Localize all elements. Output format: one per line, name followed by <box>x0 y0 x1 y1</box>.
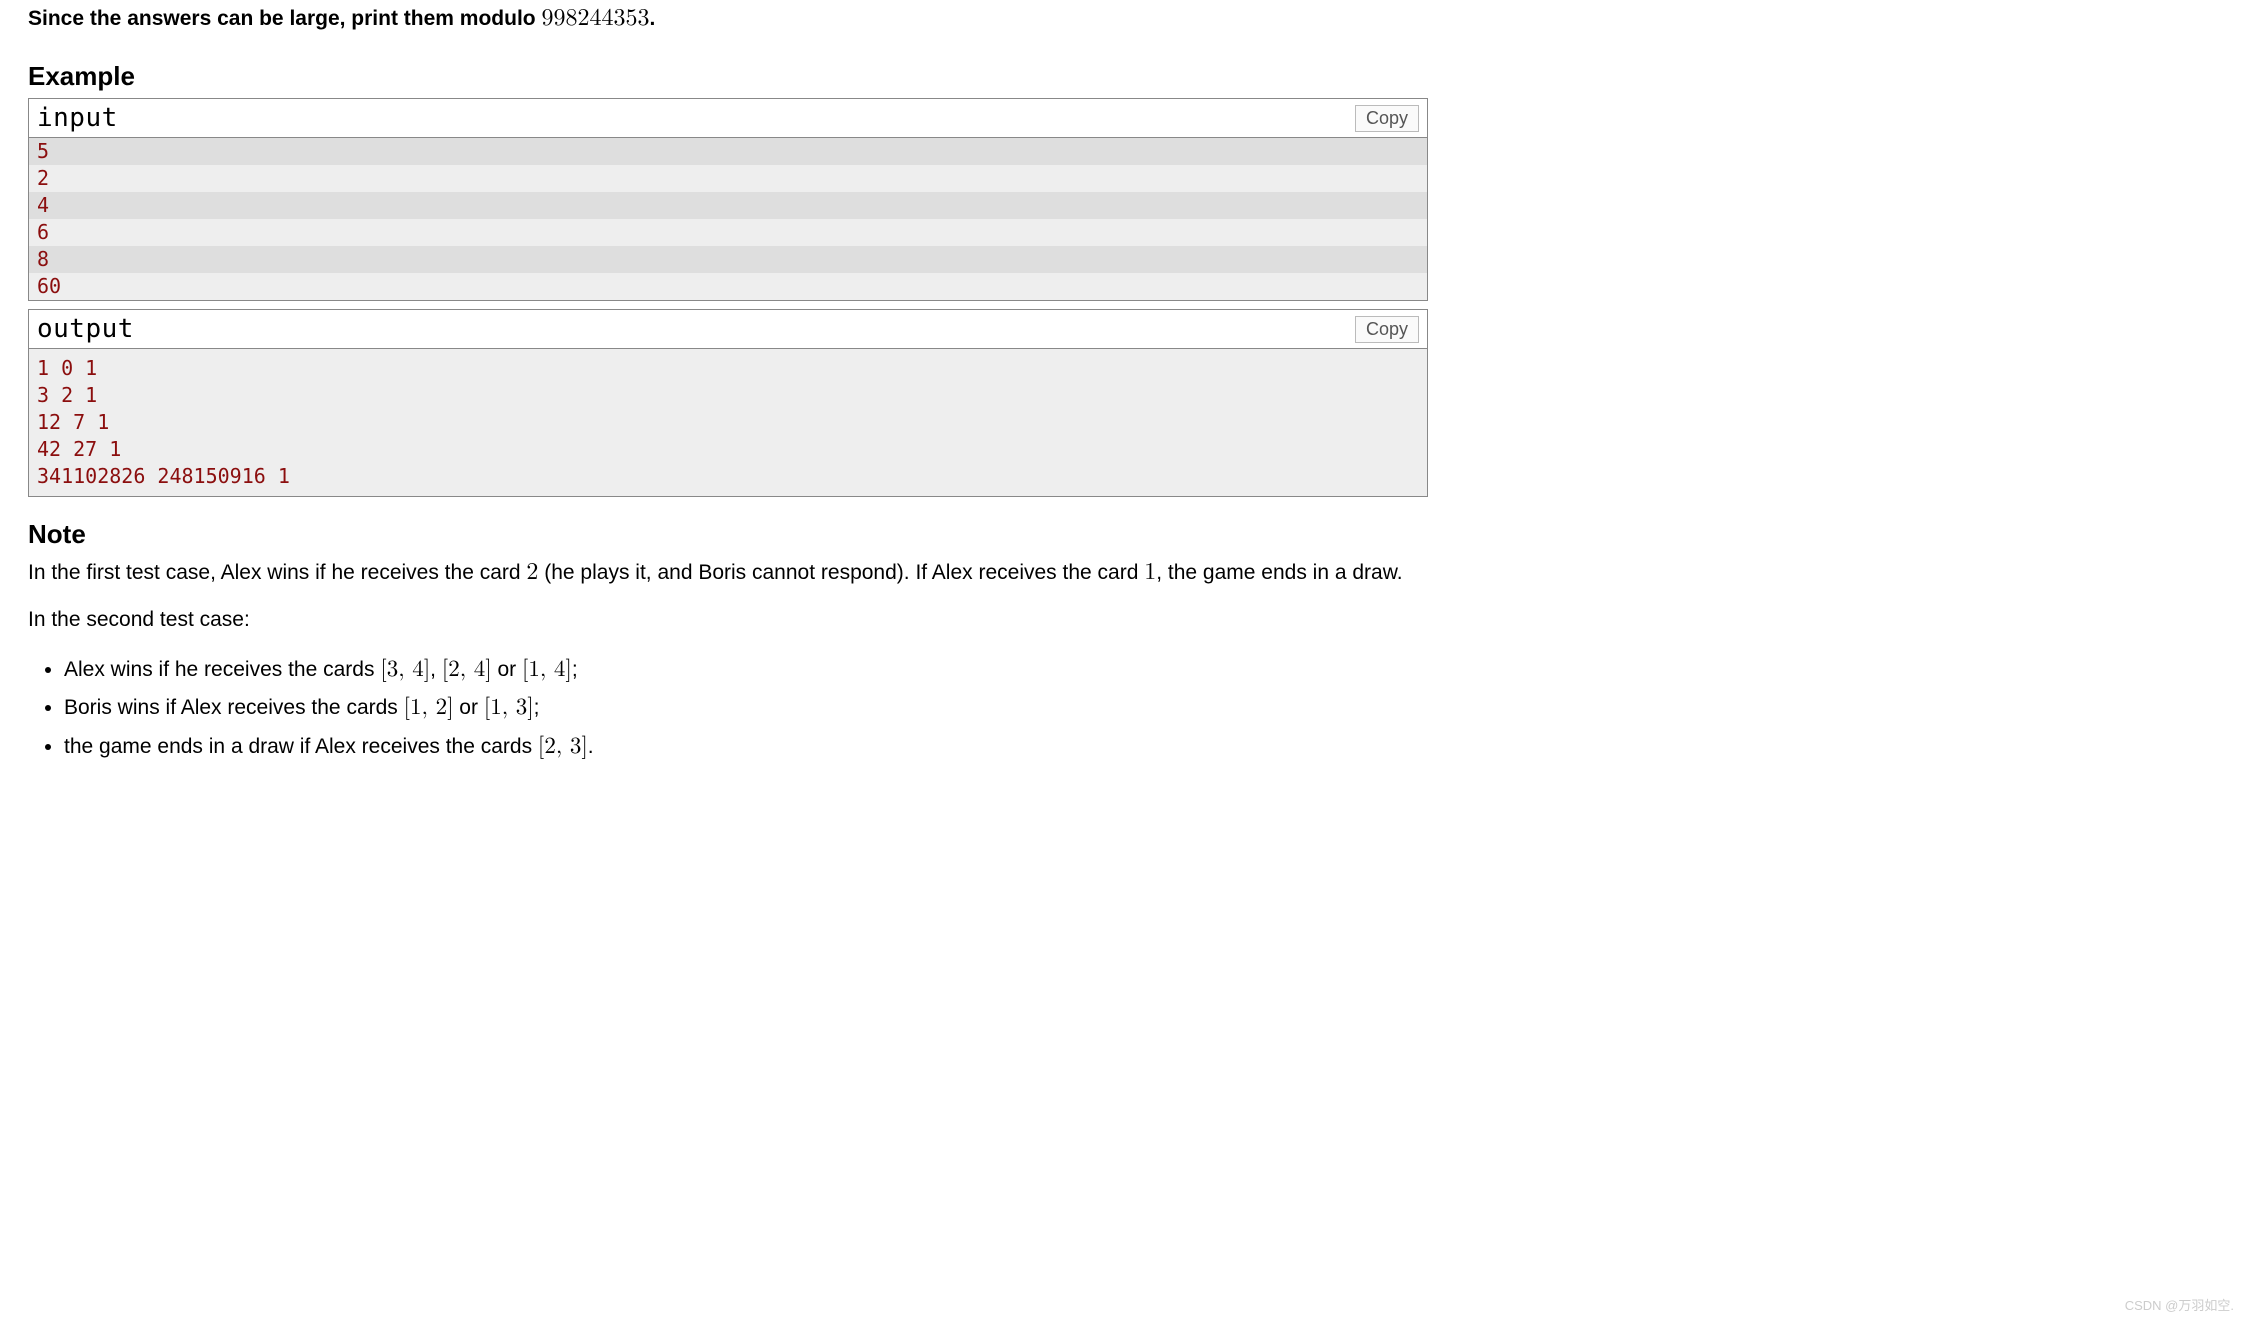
output-title: output <box>37 314 134 344</box>
list-item: Boris wins if Alex receives the cards [1… <box>64 691 1428 726</box>
intro-sentence: Since the answers can be large, print th… <box>28 4 1428 33</box>
note-paragraph-1: In the first test case, Alex wins if he … <box>28 556 1428 588</box>
output-header: output Copy <box>29 310 1427 349</box>
input-content: 5246860 <box>29 138 1427 300</box>
input-line: 60 <box>29 273 1427 300</box>
input-header: input Copy <box>29 99 1427 138</box>
input-line: 8 <box>29 246 1427 273</box>
copy-output-button[interactable]: Copy <box>1355 316 1419 343</box>
output-box: output Copy 1 0 1 3 2 1 12 7 1 42 27 1 3… <box>28 309 1428 497</box>
list-item: Alex wins if he receives the cards [3, 4… <box>64 653 1428 688</box>
input-title: input <box>37 103 118 133</box>
intro-suffix: . <box>649 7 655 30</box>
input-box: input Copy 5246860 <box>28 98 1428 301</box>
input-line: 6 <box>29 219 1427 246</box>
intro-prefix: Since the answers can be large, print th… <box>28 7 541 30</box>
note-list: Alex wins if he receives the cards [3, 4… <box>28 653 1428 765</box>
output-content: 1 0 1 3 2 1 12 7 1 42 27 1 341102826 248… <box>29 349 1427 496</box>
note-body: In the first test case, Alex wins if he … <box>28 556 1428 764</box>
note-heading: Note <box>28 519 1428 550</box>
copy-input-button[interactable]: Copy <box>1355 105 1419 132</box>
list-item: the game ends in a draw if Alex receives… <box>64 730 1428 765</box>
input-line: 5 <box>29 138 1427 165</box>
watermark: CSDN @万羽如空. <box>2125 1295 2234 1314</box>
input-line: 4 <box>29 192 1427 219</box>
input-line: 2 <box>29 165 1427 192</box>
example-heading: Example <box>28 61 1428 92</box>
note-paragraph-2: In the second test case: <box>28 606 1428 634</box>
intro-modulo: 998244353 <box>541 6 649 30</box>
